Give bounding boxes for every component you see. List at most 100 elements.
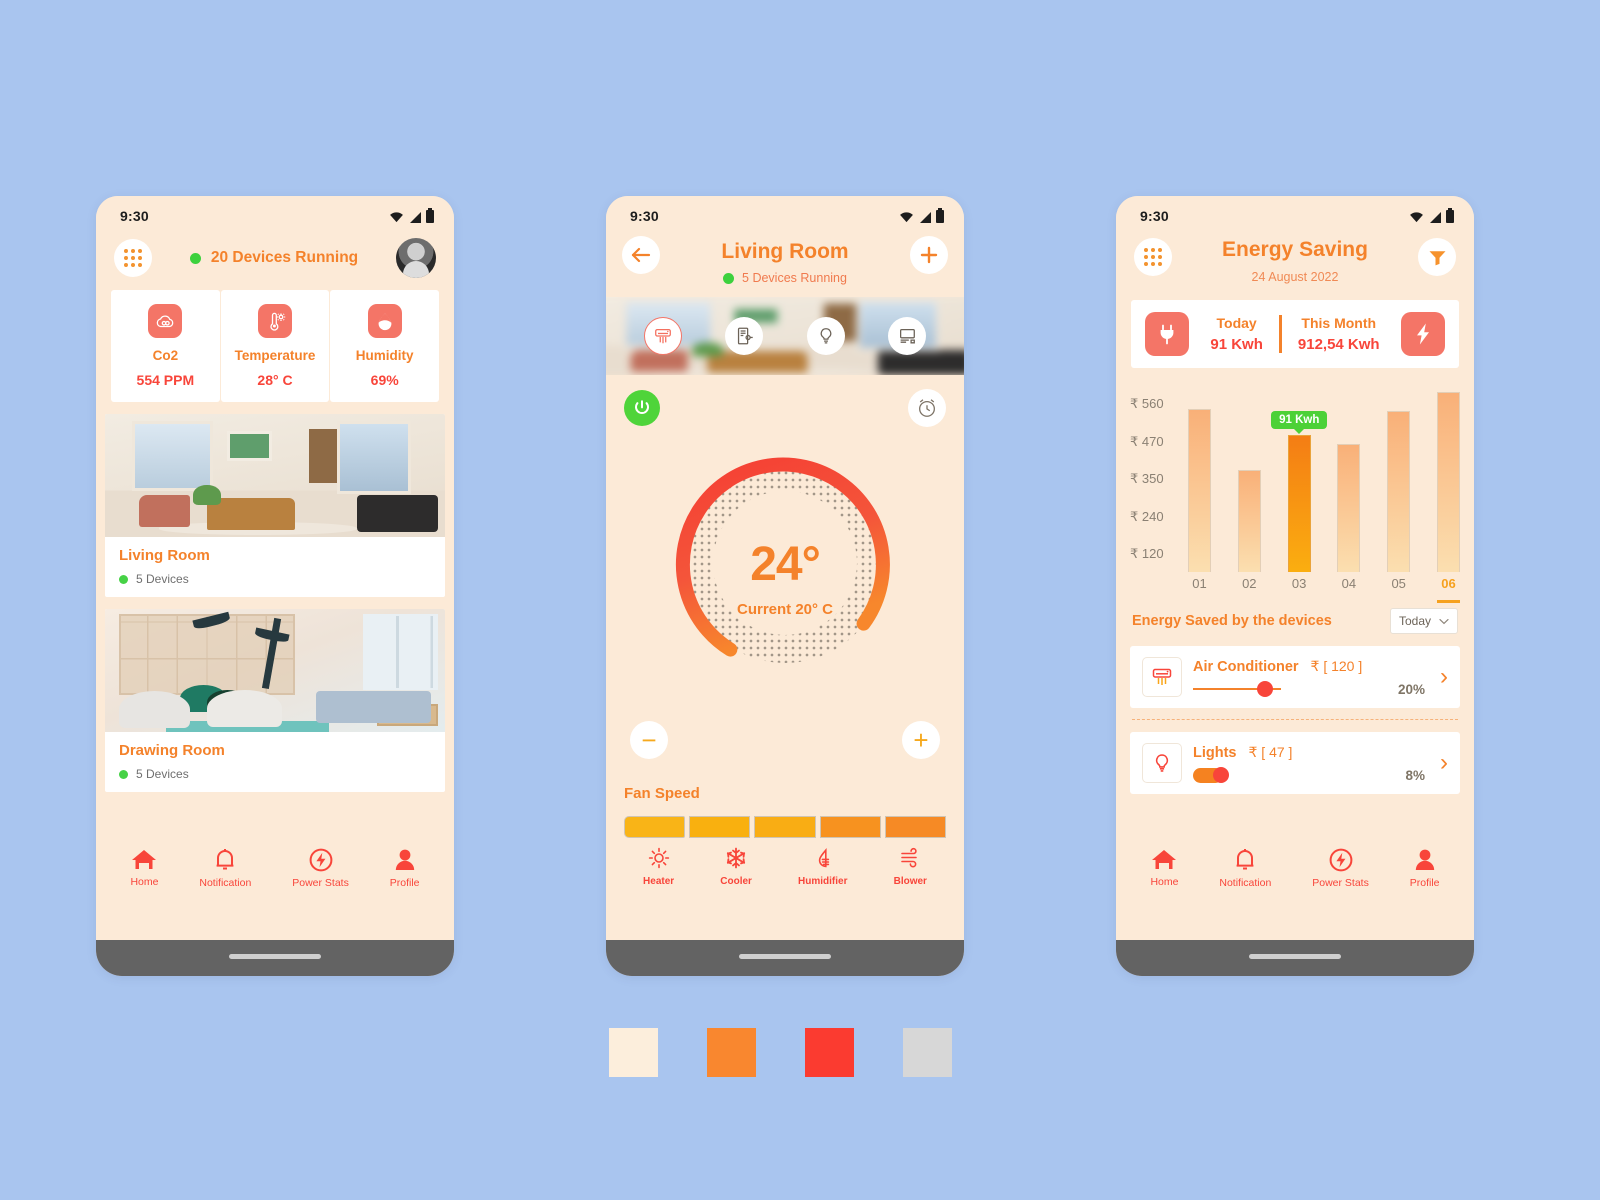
plus-icon [920,246,938,264]
nav-label: Profile [1409,876,1440,889]
filter-button[interactable] [1418,238,1456,276]
chevron-right-icon[interactable]: › [1436,663,1448,691]
nav-item-notification[interactable]: Notification [199,848,251,889]
battery-icon [426,207,434,223]
target-temperature: 24° [750,537,821,591]
chart-bar-column[interactable] [1337,386,1361,572]
chart-y-axis: ₹ 560 ₹ 470 ₹ 350 ₹ 240 ₹ 120 [1130,396,1182,562]
chart-bar-column[interactable] [1237,386,1261,572]
nav-label: Profile [389,876,420,889]
profile-icon [1415,849,1434,870]
energy-header: Energy Saving 24 August 2022 [1116,230,1474,284]
sensor-card-humidity[interactable]: Humidity 69% [330,290,440,402]
chart-x-tick-label[interactable]: 03 [1288,576,1311,591]
home-indicator[interactable] [1249,954,1341,959]
current-temperature: Current 20° C [736,600,834,618]
room-photo [105,414,445,537]
energy-device-slider[interactable] [1193,681,1281,697]
room-card-living[interactable]: Living Room 5 Devices [105,414,445,597]
color-swatch-gray [903,1028,952,1077]
energy-device-controls: 8% [1193,767,1425,783]
chart-x-tick-label[interactable]: 04 [1337,576,1360,591]
color-palette [609,1028,952,1077]
sensor-card-co2[interactable]: Co2 554 PPM [111,290,220,402]
phone-chin [96,940,454,976]
device-toggle-light[interactable] [806,317,845,355]
chart-bar[interactable] [1237,470,1261,572]
thermometer-icon [258,304,292,338]
timer-button[interactable] [908,389,946,427]
sensor-card-temperature[interactable]: Temperature 28° C [220,290,330,402]
device-toggle-tv[interactable] [888,317,927,355]
chart-bar-column[interactable] [1188,386,1211,572]
nav-item-power-stats[interactable]: Power Stats [292,848,349,889]
snowflake-icon [727,847,746,868]
nav-item-profile[interactable]: Profile [390,848,420,889]
power-icon [635,400,649,415]
back-arrow-icon [631,247,651,263]
power-bolt-icon [309,848,332,871]
page-date: 24 August 2022 [1251,270,1339,284]
nav-item-home[interactable]: Home [130,849,158,888]
add-device-button[interactable] [910,236,948,274]
grid-menu-button[interactable] [1134,238,1172,276]
energy-device-slider[interactable] [1193,767,1281,783]
avatar[interactable] [396,238,436,278]
nav-item-home[interactable]: Home [1150,849,1178,888]
device-toggle-air-conditioner[interactable] [643,317,682,355]
slider-knob[interactable] [1213,767,1229,783]
mode-bar: Heater Cooler Humidifier Blower [606,828,964,904]
chart-x-tick-label[interactable]: 01 [1188,576,1211,591]
nav-item-power-stats[interactable]: Power Stats [1312,848,1369,889]
thermostat-dial[interactable]: 24° Current 20° C [606,429,964,729]
nav-label: Power Stats [292,876,349,889]
nav-item-notification[interactable]: Notification [1219,848,1271,889]
chart-bar[interactable] [1188,409,1211,572]
nav-item-profile[interactable]: Profile [1410,848,1440,889]
chart-x-tick-label[interactable]: 05 [1387,576,1410,591]
air-conditioner-icon [654,329,671,344]
slider-knob[interactable] [1257,681,1273,697]
energy-saving-screen: 9:30 Energy Saving 24 August 2022 Today … [1116,196,1474,940]
kpi-month-label: This Month [1301,315,1377,331]
list-divider [1132,719,1458,720]
chart-bar[interactable] [1287,435,1311,572]
light-bulb-icon [820,328,832,344]
energy-device-row-ac[interactable]: Air Conditioner ₹ [ 120 ] 20% › [1130,646,1460,708]
chart-bar[interactable] [1387,411,1411,572]
chevron-right-icon[interactable]: › [1436,749,1448,777]
blower-icon [901,847,918,867]
room-header-text: Living Room 5 Devices Running [660,236,910,285]
back-button[interactable] [622,236,660,274]
room-device-count: 5 Devices [119,572,431,586]
chart-bar-column[interactable] [1436,386,1460,572]
grid-menu-button[interactable] [114,239,152,277]
mode-heater[interactable]: Heater [643,846,674,887]
chart-bar[interactable] [1436,392,1460,572]
room-card-drawing[interactable]: Drawing Room 5 Devices [105,609,445,792]
y-tick-label: ₹ 470 [1130,433,1164,449]
chart-bar[interactable] [1337,444,1361,572]
room-title: Drawing Room [119,742,225,759]
humidity-drop-icon [367,304,402,338]
power-button[interactable] [624,390,660,426]
period-dropdown[interactable]: Today [1389,608,1458,634]
status-time: 9:30 [1140,208,1169,224]
chart-x-tick-label[interactable]: 06 [1437,576,1460,591]
mode-blower[interactable]: Blower [894,846,927,887]
wifi-icon [1410,211,1423,222]
nav-label: Notification [1219,876,1272,889]
mode-humidifier[interactable]: Humidifier [798,846,848,887]
device-toggle-door-lock[interactable] [725,317,764,355]
status-icons [899,207,944,223]
y-tick-label: ₹ 350 [1130,471,1164,486]
home-indicator[interactable] [229,954,321,959]
chart-x-tick-label[interactable]: 02 [1238,576,1261,591]
mode-cooler[interactable]: Cooler [720,846,752,887]
energy-device-row-lights[interactable]: Lights ₹ [ 47 ] 8% › [1130,732,1460,794]
sensor-label: Humidity [355,348,414,363]
energy-bar-chart: ₹ 560 ₹ 470 ₹ 350 ₹ 240 ₹ 120 01 02 03 04 05… [1130,386,1460,603]
chart-bar-column[interactable] [1387,386,1411,572]
home-indicator[interactable] [739,954,831,959]
status-dot-icon [189,252,201,264]
